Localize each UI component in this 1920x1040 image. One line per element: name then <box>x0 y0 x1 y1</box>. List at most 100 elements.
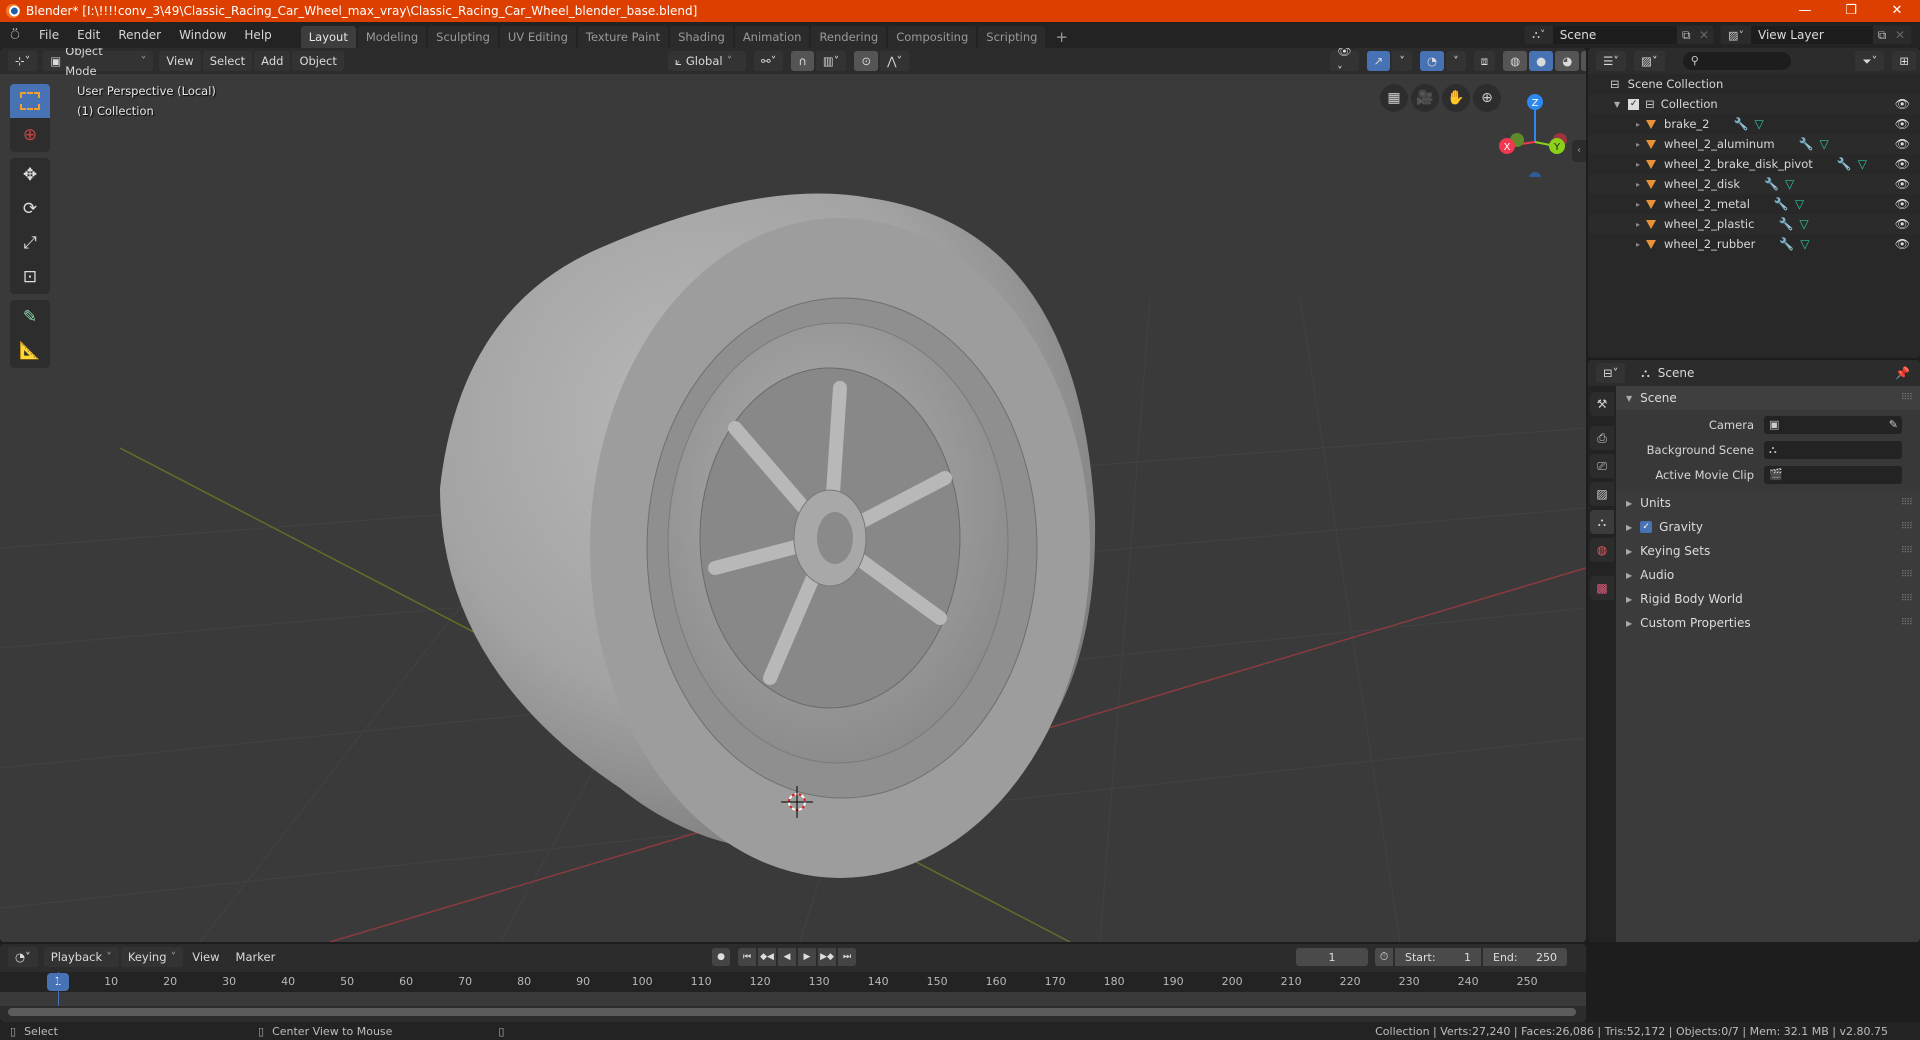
eye-icon[interactable]: 👁 <box>1895 197 1910 211</box>
new-scene-icon[interactable]: ⧉ <box>1677 28 1695 43</box>
proportional-edit-toggle[interactable]: ⊙ <box>854 51 879 71</box>
tab-world[interactable]: ◍ <box>1590 538 1614 562</box>
overlays-toggle[interactable]: ◔ <box>1420 51 1445 71</box>
outliner-item[interactable]: ▸ wheel_2_aluminum 🔧 ▽ 👁 <box>1588 134 1920 154</box>
expand-arrow-icon[interactable]: ▸ <box>1636 160 1640 169</box>
tool-cursor[interactable]: ⊕ <box>10 118 50 152</box>
gravity-panel-header[interactable]: ▶ ✓ Gravity ⠿⠿ <box>1616 515 1920 539</box>
add-menu[interactable]: Add <box>254 51 291 71</box>
view-layer-name-field[interactable]: View Layer <box>1751 26 1873 44</box>
gravity-checkbox[interactable]: ✓ <box>1640 521 1653 533</box>
modifier-wrench-icon[interactable]: 🔧 <box>1837 157 1852 171</box>
sidebar-toggle[interactable]: ‹ <box>1572 140 1586 162</box>
camera-field[interactable]: ▣ ✎ <box>1764 415 1902 434</box>
pin-icon[interactable]: 📌 <box>1895 366 1910 380</box>
gizmo-toggle[interactable]: ↗ <box>1366 51 1391 71</box>
camera-view-button[interactable]: 🎥 <box>1411 84 1439 112</box>
outliner-item[interactable]: ▸ wheel_2_plastic 🔧 ▽ 👁 <box>1588 214 1920 234</box>
drag-grip-icon[interactable]: ⠿⠿ <box>1901 570 1913 580</box>
workspace-tab-shading[interactable]: Shading <box>670 26 733 48</box>
tab-output[interactable]: ⎚ <box>1590 454 1614 478</box>
mesh-data-icon[interactable]: ▽ <box>1795 197 1804 211</box>
timeline-track[interactable] <box>0 972 1586 1006</box>
timeline-editor-type[interactable]: ◔˅ <box>8 947 38 967</box>
end-frame-field[interactable]: End: 250 <box>1483 948 1567 966</box>
drag-grip-icon[interactable]: ⠿⠿ <box>1901 618 1913 628</box>
workspace-tab-rendering[interactable]: Rendering <box>811 26 887 48</box>
scene-collection-row[interactable]: ⊟ Scene Collection <box>1588 74 1920 94</box>
pan-view-button[interactable]: ✋ <box>1442 84 1470 112</box>
tool-select-box[interactable] <box>10 84 50 118</box>
keying-sets-panel-header[interactable]: ▶ Keying Sets ⠿⠿ <box>1616 539 1920 563</box>
outliner-item[interactable]: ▸ wheel_2_metal 🔧 ▽ 👁 <box>1588 194 1920 214</box>
current-frame-field[interactable]: 1 <box>1296 948 1368 966</box>
eyedropper-icon[interactable]: ✎ <box>1889 418 1898 431</box>
scene-name-field[interactable]: Scene <box>1552 26 1678 44</box>
shading-material-button[interactable]: ◕ <box>1555 51 1580 71</box>
close-button[interactable]: ✕ <box>1874 0 1920 22</box>
rigid-body-world-panel-header[interactable]: ▶ Rigid Body World ⠿⠿ <box>1616 587 1920 611</box>
workspace-tab-sculpting[interactable]: Sculpting <box>428 26 498 48</box>
modifier-wrench-icon[interactable]: 🔧 <box>1779 237 1794 251</box>
tab-texture[interactable]: ▩ <box>1590 576 1614 600</box>
collection-checkbox[interactable]: ✓ <box>1628 98 1640 110</box>
tab-view-layer[interactable]: ▨ <box>1590 482 1614 506</box>
start-frame-field[interactable]: Start: 1 <box>1395 948 1481 966</box>
menu-render[interactable]: Render <box>109 22 170 48</box>
record-button[interactable]: ● <box>712 948 730 966</box>
eye-icon[interactable]: 👁 <box>1895 117 1910 131</box>
mesh-data-icon[interactable]: ▽ <box>1820 137 1829 151</box>
modifier-wrench-icon[interactable]: 🔧 <box>1774 197 1789 211</box>
eye-icon[interactable]: 👁 <box>1895 97 1910 111</box>
scene-panel-header[interactable]: ▼ Scene ⠿⠿ <box>1616 386 1920 410</box>
view-layer-selector[interactable]: ▨˅ View Layer ⧉ ✕ <box>1720 25 1912 45</box>
drag-grip-icon[interactable]: ⠿⠿ <box>1901 393 1913 403</box>
add-workspace-button[interactable]: + <box>1047 26 1076 48</box>
expand-arrow-icon[interactable]: ▸ <box>1636 240 1640 249</box>
view-menu[interactable]: View <box>159 51 201 71</box>
3d-viewport[interactable]: ⊹˅ ▣ Object Mode ˅ View Select Add Objec… <box>0 48 1586 942</box>
collection-row[interactable]: ▼ ✓ ⊟ Collection 👁 <box>1588 94 1920 114</box>
tool-annotate[interactable]: ✎ <box>10 300 50 334</box>
shading-wireframe-button[interactable]: ◍ <box>1503 51 1528 71</box>
shading-rendered-button[interactable]: ◯ <box>1581 51 1586 71</box>
delete-scene-icon[interactable]: ✕ <box>1695 28 1713 42</box>
workspace-tab-uv-editing[interactable]: UV Editing <box>499 26 576 48</box>
eye-icon[interactable]: 👁 <box>1895 177 1910 191</box>
expand-arrow-icon[interactable]: ▸ <box>1636 200 1640 209</box>
outliner-editor-type[interactable]: ☰˅ <box>1596 51 1627 71</box>
editor-type-button[interactable]: ⊹˅ <box>8 51 38 71</box>
next-keyframe-button[interactable]: ▶◆ <box>818 948 836 966</box>
snap-target-button[interactable]: ▥˅ <box>815 51 847 71</box>
shading-solid-button[interactable]: ● <box>1529 51 1554 71</box>
tool-rotate[interactable]: ⟳ <box>10 192 50 226</box>
expand-arrow-icon[interactable]: ▼ <box>1614 100 1620 109</box>
mesh-data-icon[interactable]: ▽ <box>1858 157 1867 171</box>
background-scene-field[interactable]: ⛬ <box>1764 440 1902 459</box>
outliner-item[interactable]: ▸ wheel_2_disk 🔧 ▽ 👁 <box>1588 174 1920 194</box>
display-mode-button[interactable]: ▨˅ <box>1634 51 1665 71</box>
gizmo-dropdown[interactable]: ˅ <box>1392 51 1412 71</box>
workspace-tab-modeling[interactable]: Modeling <box>357 26 427 48</box>
expand-arrow-icon[interactable]: ▸ <box>1636 140 1640 149</box>
play-reverse-button[interactable]: ◀ <box>778 948 796 966</box>
active-movie-clip-field[interactable]: 🎬 <box>1764 465 1902 484</box>
units-panel-header[interactable]: ▶ Units ⠿⠿ <box>1616 491 1920 515</box>
menu-file[interactable]: File <box>30 22 68 48</box>
audio-panel-header[interactable]: ▶ Audio ⠿⠿ <box>1616 563 1920 587</box>
custom-properties-panel-header[interactable]: ▶ Custom Properties ⠿⠿ <box>1616 611 1920 635</box>
delete-view-layer-icon[interactable]: ✕ <box>1891 28 1909 42</box>
modifier-wrench-icon[interactable]: 🔧 <box>1764 177 1779 191</box>
overlays-dropdown[interactable]: ˅ <box>1446 51 1466 71</box>
eye-icon[interactable]: 👁 <box>1895 137 1910 151</box>
blender-menu-icon[interactable]: ⍥ <box>0 26 30 44</box>
jump-end-button[interactable]: ⏭ <box>838 948 856 966</box>
outliner-item[interactable]: ▸ wheel_2_rubber 🔧 ▽ 👁 <box>1588 234 1920 254</box>
expand-arrow-icon[interactable]: ▸ <box>1636 220 1640 229</box>
mesh-data-icon[interactable]: ▽ <box>1799 217 1808 231</box>
workspace-tab-animation[interactable]: Animation <box>734 26 810 48</box>
timeline-ruler[interactable]: 1102030405060708090100110120130140150160… <box>0 972 1586 992</box>
eye-icon[interactable]: 👁 <box>1895 237 1910 251</box>
timeline-view-menu[interactable]: View <box>185 947 226 967</box>
drag-grip-icon[interactable]: ⠿⠿ <box>1901 522 1913 532</box>
